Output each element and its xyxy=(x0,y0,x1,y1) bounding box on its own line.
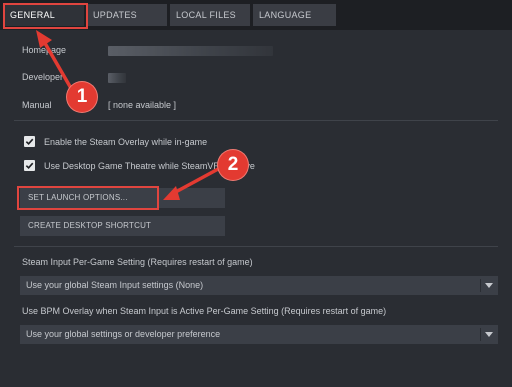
manual-value: [ none available ] xyxy=(108,100,177,110)
developer-value xyxy=(108,73,126,83)
step-2-badge: 2 xyxy=(218,150,248,180)
tab-language[interactable]: LANGUAGE xyxy=(253,4,336,26)
dropdown-separator xyxy=(480,328,481,341)
general-tab-highlight xyxy=(3,3,88,29)
theatre-checkbox[interactable] xyxy=(24,160,35,171)
tab-local-files[interactable]: LOCAL FILES xyxy=(170,4,250,26)
homepage-value xyxy=(108,46,273,56)
manual-label: Manual xyxy=(22,100,52,110)
steam-input-label: Steam Input Per-Game Setting (Requires r… xyxy=(22,257,253,267)
bpm-overlay-selected: Use your global settings or developer pr… xyxy=(26,329,221,339)
divider xyxy=(14,246,498,247)
overlay-checkbox[interactable] xyxy=(24,136,35,147)
steam-input-dropdown[interactable]: Use your global Steam Input settings (No… xyxy=(20,276,498,295)
check-icon xyxy=(25,162,34,170)
tab-updates[interactable]: UPDATES xyxy=(87,4,167,26)
bpm-overlay-label: Use BPM Overlay when Steam Input is Acti… xyxy=(22,306,387,316)
steam-input-selected: Use your global Steam Input settings (No… xyxy=(26,280,204,290)
chevron-down-icon xyxy=(485,332,493,337)
divider xyxy=(14,120,498,121)
dropdown-separator xyxy=(480,279,481,292)
launch-options-highlight xyxy=(17,186,159,210)
overlay-checkbox-label: Enable the Steam Overlay while in-game xyxy=(44,137,208,147)
check-icon xyxy=(25,138,34,146)
create-desktop-shortcut-button[interactable]: CREATE DESKTOP SHORTCUT xyxy=(20,216,225,236)
step-1-badge: 1 xyxy=(67,82,97,112)
bpm-overlay-dropdown[interactable]: Use your global settings or developer pr… xyxy=(20,325,498,344)
chevron-down-icon xyxy=(485,283,493,288)
